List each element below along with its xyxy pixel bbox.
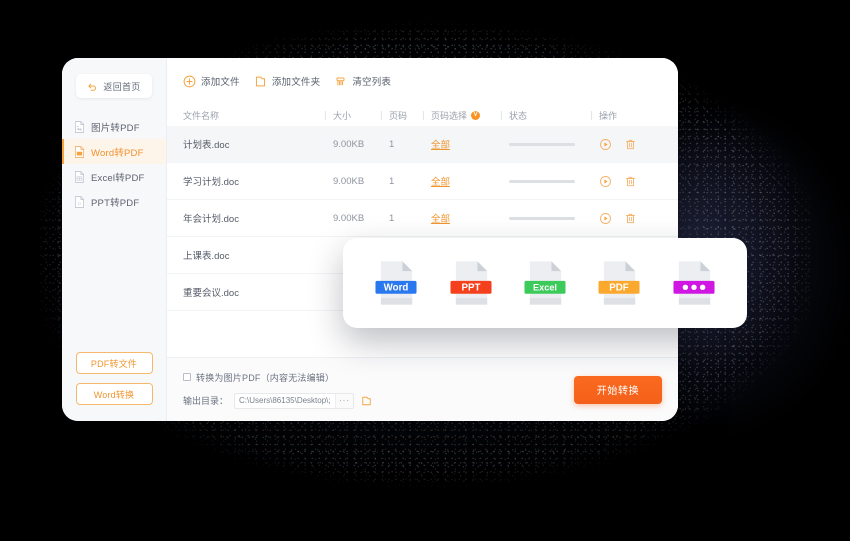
image-pdf-option[interactable]: 转换为图片PDF（内容无法编辑） bbox=[183, 371, 562, 384]
sidebar-item-label: Excel转PDF bbox=[91, 172, 145, 184]
output-directory-value: C:\Users\86135\Desktop\; bbox=[239, 396, 331, 405]
cell-status bbox=[509, 216, 599, 220]
cell-file-size: 9.00KB bbox=[333, 212, 365, 224]
cell-actions bbox=[599, 212, 662, 225]
add-folder-label: 添加文件夹 bbox=[271, 77, 321, 88]
trash-icon[interactable] bbox=[624, 212, 637, 225]
sidebar-item-label: 图片转PDF bbox=[91, 122, 140, 134]
clear-list-button[interactable]: 清空列表 bbox=[334, 74, 391, 88]
cell-file-name: 上课表.doc bbox=[183, 251, 230, 262]
output-directory-row: 输出目录： C:\Users\86135\Desktop\; ··· bbox=[183, 392, 562, 409]
cell-file-name: 学习计划.doc bbox=[183, 177, 239, 188]
table-header-row: 文件名称 大小 页码 页码选择 V 状态 操作 bbox=[167, 104, 678, 126]
column-header-action: 操作 bbox=[591, 109, 662, 122]
ppt-file-icon[interactable]: PPT bbox=[444, 256, 498, 310]
svg-text:PPT: PPT bbox=[461, 283, 480, 294]
progress-bar bbox=[509, 179, 575, 183]
word-convert-button[interactable]: Word转换 bbox=[75, 383, 153, 405]
folder-icon bbox=[255, 76, 265, 86]
add-folder-button[interactable]: 添加文件夹 bbox=[254, 74, 321, 88]
progress-bar bbox=[509, 216, 575, 220]
sidebar: 返回首页 图片转PDF Word转PDF Excel转PDF P PPT转PDF… bbox=[62, 58, 167, 421]
svg-text:Word: Word bbox=[384, 283, 409, 294]
sidebar-item-label: PPT转PDF bbox=[91, 197, 140, 209]
table-row[interactable]: 学习计划.doc 9.00KB 1 全部 bbox=[167, 163, 678, 200]
other-file-icon[interactable] bbox=[667, 256, 721, 310]
progress-bar bbox=[509, 142, 575, 146]
cell-page-select-link[interactable]: 全部 bbox=[431, 211, 450, 225]
back-to-home-button[interactable]: 返回首页 bbox=[76, 74, 152, 98]
column-header-pages: 页码 bbox=[381, 109, 431, 122]
add-file-label: 添加文件 bbox=[201, 77, 240, 88]
vip-badge-icon: V bbox=[471, 110, 481, 120]
folder-open-icon[interactable] bbox=[360, 395, 373, 407]
sidebar-item-ppt-to-pdf[interactable]: P PPT转PDF bbox=[62, 189, 166, 214]
image-pdf-label: 转换为图片PDF（内容无法编辑） bbox=[196, 372, 335, 383]
cell-file-name: 年会计划.doc bbox=[183, 214, 239, 225]
column-header-page-select-label: 页码选择 bbox=[431, 110, 468, 121]
pdf-file-icon[interactable]: PDF bbox=[592, 256, 646, 310]
play-circle-icon[interactable] bbox=[599, 212, 612, 225]
cell-file-size: 9.00KB bbox=[333, 175, 365, 187]
sidebar-item-image-to-pdf[interactable]: 图片转PDF bbox=[62, 114, 166, 139]
file-type-card: Word PPT Excel PDF bbox=[343, 238, 747, 328]
trash-icon[interactable] bbox=[624, 138, 637, 151]
column-header-status: 状态 bbox=[501, 109, 599, 122]
play-circle-icon[interactable] bbox=[599, 175, 612, 188]
add-file-button[interactable]: 添加文件 bbox=[183, 74, 240, 88]
ppt-file-icon: P bbox=[75, 195, 84, 208]
trash-icon[interactable] bbox=[624, 175, 637, 188]
excel-file-icon[interactable]: Excel bbox=[518, 256, 572, 310]
play-circle-icon[interactable] bbox=[599, 138, 612, 151]
sidebar-item-word-to-pdf[interactable]: Word转PDF bbox=[62, 139, 166, 164]
output-directory-label: 输出目录： bbox=[183, 396, 229, 406]
sidebar-item-label: Word转PDF bbox=[91, 147, 144, 159]
footer-options: 转换为图片PDF（内容无法编辑） 输出目录： C:\Users\86135\De… bbox=[183, 371, 562, 409]
sidebar-action-buttons: PDF转文件 Word转换 bbox=[62, 352, 166, 405]
word-file-icon bbox=[75, 145, 84, 158]
pdf-to-file-label: PDF转文件 bbox=[90, 358, 138, 369]
svg-text:PDF: PDF bbox=[610, 283, 630, 294]
back-to-home-label: 返回首页 bbox=[103, 81, 141, 92]
cell-page-count: 1 bbox=[389, 138, 395, 150]
cell-file-size: 9.00KB bbox=[333, 138, 365, 150]
column-header-page-select: 页码选择 V bbox=[423, 109, 509, 122]
table-row[interactable]: 年会计划.doc 9.00KB 1 全部 bbox=[167, 200, 678, 237]
cell-actions bbox=[599, 175, 662, 188]
undo-arrow-icon bbox=[88, 83, 97, 91]
toolbar: 添加文件 添加文件夹 清空列表 bbox=[167, 58, 678, 104]
cell-status bbox=[509, 142, 599, 146]
svg-text:Excel: Excel bbox=[533, 283, 557, 293]
table-row[interactable]: 计划表.doc 9.00KB 1 全部 bbox=[167, 126, 678, 163]
cell-page-select-link[interactable]: 全部 bbox=[431, 174, 450, 188]
word-file-icon[interactable]: Word bbox=[369, 256, 423, 310]
svg-text:P: P bbox=[78, 201, 81, 206]
sidebar-item-excel-to-pdf[interactable]: Excel转PDF bbox=[62, 164, 166, 189]
image-pdf-checkbox[interactable] bbox=[183, 373, 191, 381]
clear-list-label: 清空列表 bbox=[352, 77, 392, 88]
image-file-icon bbox=[75, 120, 84, 133]
sidebar-nav: 图片转PDF Word转PDF Excel转PDF P PPT转PDF bbox=[62, 114, 166, 214]
cell-page-count: 1 bbox=[389, 212, 395, 224]
output-directory-field[interactable]: C:\Users\86135\Desktop\; ··· bbox=[234, 392, 355, 409]
cell-page-select-link[interactable]: 全部 bbox=[431, 137, 450, 151]
screenshot-stage: 返回首页 图片转PDF Word转PDF Excel转PDF P PPT转PDF… bbox=[0, 0, 850, 541]
footer-bar: 转换为图片PDF（内容无法编辑） 输出目录： C:\Users\86135\De… bbox=[167, 357, 678, 421]
pdf-to-file-button[interactable]: PDF转文件 bbox=[75, 352, 153, 374]
column-header-name: 文件名称 bbox=[183, 110, 220, 121]
broom-icon bbox=[336, 76, 345, 85]
cell-status bbox=[509, 179, 599, 183]
plus-circle-icon bbox=[183, 75, 196, 87]
browse-directory-button[interactable]: ··· bbox=[335, 393, 354, 408]
word-convert-label: Word转换 bbox=[93, 389, 135, 400]
cell-actions bbox=[599, 138, 662, 151]
cell-page-count: 1 bbox=[389, 175, 395, 187]
cell-file-name: 重要会议.doc bbox=[183, 288, 239, 299]
start-convert-label: 开始转换 bbox=[596, 386, 640, 397]
start-convert-button[interactable]: 开始转换 bbox=[574, 375, 662, 404]
excel-file-icon bbox=[75, 170, 84, 183]
cell-file-name: 计划表.doc bbox=[183, 140, 230, 151]
